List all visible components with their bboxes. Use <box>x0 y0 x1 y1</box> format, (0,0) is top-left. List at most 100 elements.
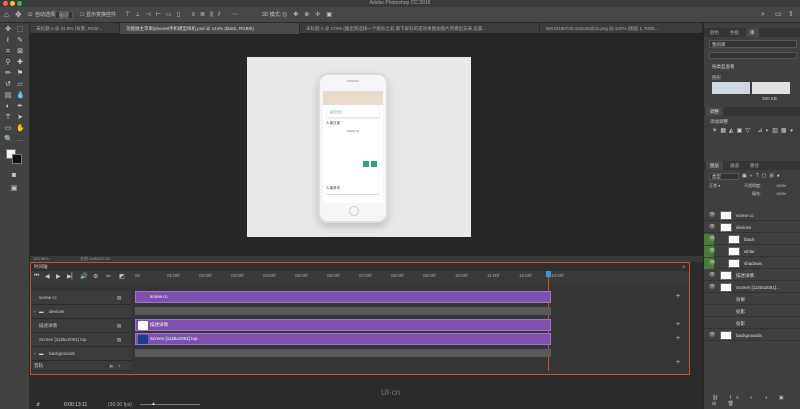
split-icon[interactable]: ✂ <box>106 273 111 280</box>
filter-icons[interactable]: ▣◐T▢⊞● <box>742 173 783 179</box>
adjustment-icons[interactable]: ☀▦◭▣▽ ⊿◐▥▦◕ <box>712 127 796 134</box>
playhead-handle[interactable] <box>546 271 551 277</box>
zoom-slider-track[interactable] <box>140 404 200 405</box>
blur-tool-icon[interactable]: 💧 <box>16 92 25 100</box>
marquee-tool-icon[interactable]: ⬚ <box>16 26 24 34</box>
type-tool-icon[interactable]: T <box>4 114 12 122</box>
prev-frame-icon[interactable]: ◀ <box>45 273 50 280</box>
filter-kind-dropdown[interactable]: 类型 <box>709 173 739 180</box>
layer-row[interactable]: 投影 <box>704 318 800 329</box>
add-media-icon[interactable]: + <box>676 321 680 328</box>
group-bar-devices[interactable] <box>135 307 551 315</box>
lasso-tool-icon[interactable]: ℓ <box>4 37 12 45</box>
close-window-button[interactable] <box>3 1 8 6</box>
tab-layers[interactable]: 图层 <box>706 161 723 170</box>
auto-select-checkbox[interactable]: ☑ <box>28 7 32 23</box>
doc-tab[interactable]: 未标题-1 @ 173% (输出到选择一个能标之前,摩下屏标的是效果图加图片到哪… <box>300 23 540 34</box>
layer-actions[interactable]: ⛓ fx ◐ ◑ ▣ ⊞ 🗑 <box>712 395 800 407</box>
visibility-eye-icon[interactable]: 👁 <box>709 270 715 281</box>
track-header-screen[interactable]: Screen [1125x2001] top ▤ <box>31 333 131 347</box>
visibility-eye-icon[interactable]: 👁 <box>709 330 715 341</box>
audio-note-icon[interactable]: ♪ <box>118 361 120 371</box>
track-options-icon[interactable]: ▤ <box>117 333 121 347</box>
3d-mode-icons[interactable]: ◎✥⊕✢▣ <box>282 7 338 23</box>
track-options-icon[interactable]: ▤ <box>117 319 121 333</box>
minimize-window-button[interactable] <box>10 1 15 6</box>
visibility-eye-icon[interactable]: 👁 <box>709 222 715 233</box>
eraser-tool-icon[interactable]: ▱ <box>16 81 24 89</box>
history-brush-icon[interactable]: ↺ <box>4 81 12 89</box>
tab-libraries[interactable]: 库 <box>746 28 759 37</box>
zoom-slider-handle[interactable]: ▲ <box>151 401 156 407</box>
graphic-thumb[interactable] <box>752 82 790 94</box>
next-frame-icon[interactable]: ▶▏ <box>67 273 76 280</box>
layer-row[interactable]: 👁 backgrounds <box>704 330 800 341</box>
layer-row[interactable]: 👁 devices <box>704 222 800 233</box>
first-frame-icon[interactable]: ⏮ <box>34 273 39 280</box>
library-dropdown[interactable]: 我的库 <box>709 40 797 48</box>
time-code[interactable]: 0:00:13:11 <box>64 402 87 408</box>
frame-tool-icon[interactable]: ⊠ <box>16 48 24 56</box>
visibility-eye-icon[interactable]: 👁 <box>709 258 715 269</box>
heal-brush-icon[interactable]: ✚ <box>16 59 24 67</box>
workspace-icon[interactable]: ▭ <box>775 7 782 23</box>
tab-adjustments[interactable]: 调整 <box>706 107 723 116</box>
layer-row[interactable]: 👁 shadows <box>704 258 800 269</box>
share-icon[interactable]: ⇪ <box>788 7 794 23</box>
layer-row[interactable]: 👁 Screen [1125x2001]... <box>704 282 800 293</box>
opacity-value[interactable]: 100% <box>776 183 786 188</box>
tab-swatches[interactable]: 色板 <box>726 28 743 37</box>
gradient-tool-icon[interactable]: ▤ <box>4 92 12 100</box>
layer-row[interactable]: 👁 scene cc <box>704 210 800 221</box>
track-header-audio[interactable]: 音轨 🔈 ♪ <box>31 361 131 371</box>
auto-select-dropdown[interactable]: 图层 <box>55 11 74 19</box>
view-by-dropdown[interactable]: 按类型查看 <box>712 64 735 70</box>
library-search-input[interactable] <box>709 52 797 59</box>
expand-icon[interactable]: › <box>34 347 36 361</box>
pen-tool-icon[interactable]: ✒ <box>16 103 24 111</box>
home-icon[interactable]: ⌂ <box>4 7 9 23</box>
visibility-eye-icon[interactable]: 👁 <box>709 282 715 293</box>
add-audio-icon[interactable]: + <box>676 359 680 366</box>
fill-value[interactable]: 100% <box>776 191 786 196</box>
brush-tool-icon[interactable]: ✏ <box>4 70 12 78</box>
doc-tab[interactable]: 未标题-1 @ 41.8% (背景, RGB/... <box>30 23 120 34</box>
audio-icon[interactable]: 🔊 <box>80 273 87 280</box>
visibility-eye-icon[interactable]: 👁 <box>709 234 715 245</box>
quick-select-icon[interactable]: ✎ <box>16 37 24 45</box>
background-color-swatch[interactable] <box>12 154 22 164</box>
play-icon[interactable]: ▶ <box>56 273 61 280</box>
time-ruler[interactable]: 00 01:00f 02:00f 03:00f 04:00f 05:00f 06:00f 07… <box>131 271 689 283</box>
graphic-thumb[interactable] <box>712 82 750 94</box>
layer-row[interactable]: 投影 <box>704 306 800 317</box>
stamp-tool-icon[interactable]: ⚑ <box>16 70 24 78</box>
dodge-tool-icon[interactable]: ◐ <box>4 103 12 111</box>
add-media-icon[interactable]: + <box>676 335 680 342</box>
tab-color[interactable]: 颜色 <box>706 28 723 37</box>
clip-screen[interactable]: Screen [1125x2001] top <box>135 333 551 345</box>
visibility-eye-icon[interactable]: 👁 <box>709 210 715 221</box>
hand-tool-icon[interactable]: ✋ <box>16 125 25 133</box>
mute-icon[interactable]: 🔈 <box>109 361 115 371</box>
doc-tab-active[interactable]: 功能做主苹果iphone8手机模型样机.psd @ 144% (black, R… <box>120 23 300 34</box>
move-tool-icon[interactable]: ✥ <box>4 26 12 34</box>
zoom-window-button[interactable] <box>17 1 22 6</box>
add-media-icon[interactable]: + <box>676 293 680 300</box>
crop-tool-icon[interactable]: ⌗ <box>4 48 12 56</box>
track-header-scene-cc[interactable]: scene cc ▤ <box>31 291 131 305</box>
track-header-detail[interactable]: 描述详情 ▤ <box>31 319 131 333</box>
track-header-backgrounds[interactable]: › ▬ backgrounds <box>31 347 131 361</box>
layer-row[interactable]: 👁 描述详情 <box>704 270 800 281</box>
show-transform-checkbox[interactable]: ☐ <box>80 7 84 23</box>
align-icons[interactable]: ⊤⊥⊣⊢▭▯ ≡≣⫼⫽ ⋯ <box>125 7 243 23</box>
layer-row[interactable]: 👁 white <box>704 246 800 257</box>
more-tools-icon[interactable]: … <box>16 136 24 144</box>
tab-channels[interactable]: 通道 <box>726 161 743 170</box>
zoom-tool-icon[interactable]: 🔍 <box>4 136 13 144</box>
tab-paths[interactable]: 路径 <box>746 161 763 170</box>
clip-scene-cc[interactable]: scene cc <box>135 291 551 303</box>
track-header-devices[interactable]: › ▬ devices <box>31 305 131 319</box>
layer-row[interactable]: 效果 <box>704 294 800 305</box>
shape-tool-icon[interactable]: ▭ <box>4 125 12 133</box>
quick-mask-icon[interactable]: ◙ <box>10 172 18 180</box>
